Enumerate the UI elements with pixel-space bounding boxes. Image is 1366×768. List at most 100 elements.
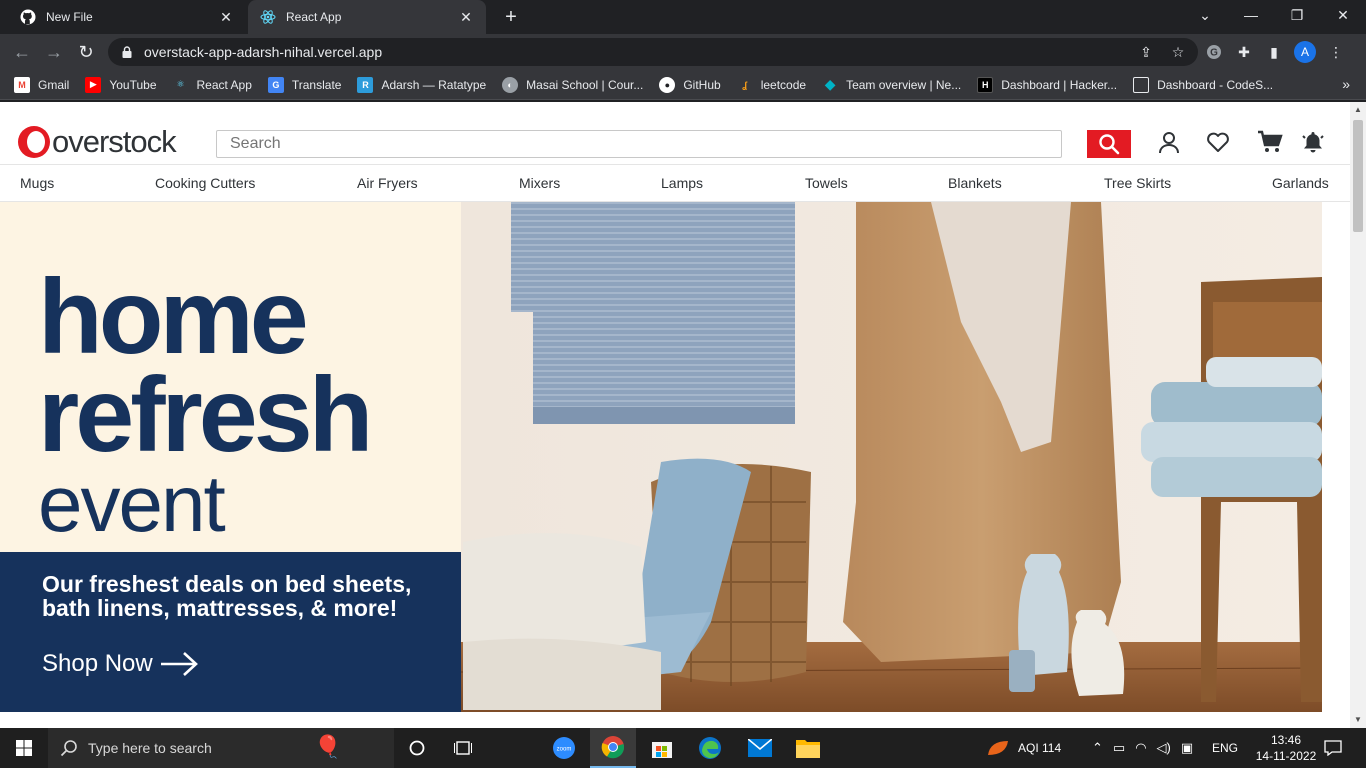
edge-app-icon[interactable] bbox=[692, 728, 728, 768]
bookmark-hackerrank[interactable]: H Dashboard | Hacker... bbox=[977, 76, 1117, 93]
youtube-icon: ▶ bbox=[85, 76, 102, 93]
chrome-app-icon[interactable] bbox=[590, 728, 636, 768]
cortana-icon[interactable] bbox=[400, 728, 434, 768]
bookmark-youtube[interactable]: ▶ YouTube bbox=[85, 76, 157, 93]
windows-start-icon[interactable] bbox=[0, 728, 48, 768]
weather-widget[interactable]: AQI 114 bbox=[986, 728, 1061, 768]
bookmark-gmail[interactable]: M Gmail bbox=[14, 76, 69, 93]
category-mixers[interactable]: Mixers bbox=[519, 175, 560, 191]
hero-banner[interactable]: home refresh event Our freshest deals on… bbox=[0, 202, 1322, 712]
scrollbar-thumb[interactable] bbox=[1353, 120, 1363, 232]
new-tab-button[interactable]: + bbox=[500, 6, 522, 28]
arrow-right-icon bbox=[160, 652, 198, 676]
hackerrank-icon: H bbox=[977, 76, 994, 93]
bookmark-team-overview[interactable]: ◆ Team overview | Ne... bbox=[822, 76, 962, 93]
url-bar[interactable]: overstack-app-adarsh-nihal.vercel.app ⇪ … bbox=[108, 38, 1198, 66]
hero-tagline: Our freshest deals on bed sheets, bath l… bbox=[42, 571, 412, 622]
search-highlight-icon: 🎈 bbox=[314, 734, 342, 759]
ratatype-icon: R bbox=[357, 76, 374, 93]
shop-now-link[interactable]: Shop Now bbox=[42, 650, 199, 678]
restore-button[interactable]: ❐ bbox=[1274, 0, 1320, 30]
svg-text:zoom: zoom bbox=[557, 747, 572, 753]
browser-tab-bar: New File ✕ React App ✕ + ⌄ — ❐ ✕ bbox=[0, 0, 1366, 34]
scroll-up-arrow-icon[interactable]: ▲ bbox=[1350, 102, 1366, 118]
leaf-icon bbox=[988, 741, 1008, 755]
notifications-icon[interactable] bbox=[1318, 728, 1348, 768]
github-icon bbox=[20, 9, 36, 25]
star-icon[interactable]: ☆ bbox=[1168, 43, 1188, 61]
menu-kebab-icon[interactable]: ⋮ bbox=[1326, 43, 1346, 61]
file-explorer-icon[interactable] bbox=[790, 728, 826, 768]
gmail-icon: M bbox=[14, 76, 30, 93]
category-tree-skirts[interactable]: Tree Skirts bbox=[1104, 175, 1171, 191]
more-bookmarks-icon[interactable]: » bbox=[1342, 76, 1350, 92]
language-indicator[interactable]: ENG bbox=[1212, 728, 1238, 768]
volume-icon[interactable]: ◁) bbox=[1157, 740, 1171, 756]
category-lamps[interactable]: Lamps bbox=[661, 175, 703, 191]
bell-icon[interactable] bbox=[1299, 128, 1327, 156]
close-icon[interactable]: ✕ bbox=[458, 9, 474, 26]
tab-label: New File bbox=[46, 10, 93, 24]
close-icon[interactable]: ✕ bbox=[218, 9, 234, 26]
extensions-icon[interactable]: ✚ bbox=[1234, 43, 1254, 61]
bookmark-masai[interactable]: ◐ Masai School | Cour... bbox=[502, 76, 643, 93]
mail-app-icon[interactable] bbox=[742, 728, 778, 768]
cart-icon[interactable] bbox=[1256, 128, 1284, 156]
diamond-icon: ◆ bbox=[824, 76, 836, 92]
chevron-up-icon[interactable]: ⌃ bbox=[1092, 740, 1103, 756]
grammarly-icon[interactable]: G bbox=[1204, 43, 1224, 61]
taskbar-search-box[interactable]: Type here to search 🎈 bbox=[48, 728, 394, 768]
category-towels[interactable]: Towels bbox=[805, 175, 848, 191]
hero-headline-refresh: refresh bbox=[38, 356, 373, 474]
search-input[interactable] bbox=[216, 130, 1062, 158]
task-view-icon[interactable] bbox=[446, 728, 480, 768]
side-panel-icon[interactable]: ▮ bbox=[1264, 43, 1284, 61]
category-mugs[interactable]: Mugs bbox=[20, 175, 54, 191]
hero-headline-home: home bbox=[38, 258, 309, 376]
tab-new-file[interactable]: New File ✕ bbox=[8, 0, 246, 34]
heart-icon[interactable] bbox=[1204, 128, 1232, 156]
site-header: overstock bbox=[0, 102, 1350, 164]
forward-button[interactable]: → bbox=[42, 40, 66, 64]
search-icon bbox=[60, 740, 77, 757]
wifi-icon[interactable]: ◠ bbox=[1135, 740, 1146, 756]
bookmark-github[interactable]: ● GitHub bbox=[659, 76, 721, 93]
category-blankets[interactable]: Blankets bbox=[948, 175, 1002, 191]
close-window-button[interactable]: ✕ bbox=[1320, 0, 1366, 30]
tab-label: React App bbox=[286, 10, 342, 24]
bookmark-leetcode[interactable]: ʆ leetcode bbox=[737, 77, 806, 93]
overstock-logo-icon bbox=[18, 126, 50, 158]
tab-search-chevron-icon[interactable]: ⌄ bbox=[1182, 0, 1228, 30]
bookmark-ratatype[interactable]: R Adarsh — Ratatype bbox=[357, 76, 486, 93]
url-text: overstack-app-adarsh-nihal.vercel.app bbox=[144, 44, 383, 60]
share-icon[interactable]: ⇪ bbox=[1136, 43, 1156, 61]
minimize-button[interactable]: — bbox=[1228, 0, 1274, 30]
tab-react-app[interactable]: React App ✕ bbox=[248, 0, 486, 34]
react-icon: ⚛ bbox=[176, 79, 185, 89]
reload-button[interactable]: ↻ bbox=[74, 40, 98, 64]
masai-icon: ◐ bbox=[502, 76, 519, 93]
overstock-logo[interactable]: overstock bbox=[18, 124, 177, 160]
bookmark-react-app[interactable]: ⚛ React App bbox=[173, 77, 251, 93]
windows-taskbar: Type here to search 🎈 zoom AQI 114 ⌃ ▭ ◠… bbox=[0, 728, 1366, 768]
battery-icon[interactable]: ▭ bbox=[1113, 740, 1125, 756]
meet-now-icon[interactable]: ▣ bbox=[1181, 740, 1193, 756]
category-cooking-cutters[interactable]: Cooking Cutters bbox=[155, 175, 255, 191]
web-page: overstock Mugs Cooking Cutters Air Fryer… bbox=[0, 102, 1350, 728]
account-icon[interactable] bbox=[1155, 128, 1183, 156]
leetcode-icon: ʆ bbox=[742, 79, 748, 90]
bookmark-translate[interactable]: G Translate bbox=[267, 76, 341, 93]
profile-avatar[interactable]: A bbox=[1294, 41, 1316, 63]
category-air-fryers[interactable]: Air Fryers bbox=[357, 175, 418, 191]
clock[interactable]: 13:46 14-11-2022 bbox=[1248, 728, 1324, 768]
page-scrollbar[interactable]: ▲ ▼ bbox=[1350, 102, 1366, 728]
scroll-down-arrow-icon[interactable]: ▼ bbox=[1350, 712, 1366, 728]
store-app-icon[interactable] bbox=[644, 728, 680, 768]
bookmark-codesignal[interactable]: Dashboard - CodeS... bbox=[1133, 76, 1273, 93]
zoom-app-icon[interactable]: zoom bbox=[546, 728, 582, 768]
system-tray: ⌃ ▭ ◠ ◁) ▣ bbox=[1092, 728, 1193, 768]
bookmarks-bar: M Gmail ▶ YouTube ⚛ React App G Translate RA… bbox=[0, 70, 1366, 100]
search-button[interactable] bbox=[1087, 130, 1131, 158]
back-button[interactable]: ← bbox=[10, 40, 34, 64]
category-garlands[interactable]: Garlands bbox=[1272, 175, 1329, 191]
